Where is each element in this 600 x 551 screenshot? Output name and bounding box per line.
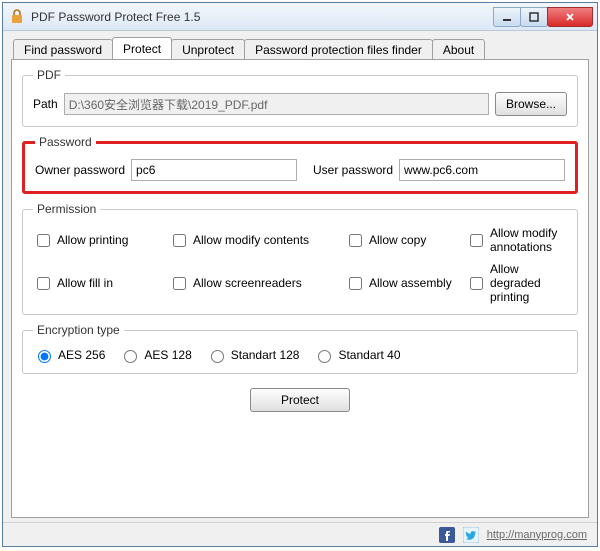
encryption-group: Encryption type AES 256 AES 128 Standart 1… [22,323,578,374]
permission-checkbox-2[interactable]: Allow copy [345,226,460,254]
permission-checkbox-input-4[interactable] [37,277,50,290]
app-icon [9,9,25,25]
owner-password-label: Owner password [35,163,125,177]
client-area: Find password Protect Unprotect Password… [3,31,597,522]
password-legend: Password [35,135,96,149]
permission-checkbox-1[interactable]: Allow modify contents [169,226,339,254]
encryption-radio-input-0[interactable] [38,350,51,363]
tab-unprotect[interactable]: Unprotect [171,39,245,60]
status-link[interactable]: http://manyprog.com [487,529,587,541]
permission-checkbox-6[interactable]: Allow assembly [345,262,460,304]
permission-label-0: Allow printing [57,233,128,247]
facebook-icon[interactable] [439,527,455,543]
encryption-label-1: AES 128 [144,348,191,362]
permission-checkbox-input-5[interactable] [173,277,186,290]
tab-panel-protect: PDF Path Browse... Password Owner passwo… [11,59,589,518]
permission-checkbox-input-0[interactable] [37,234,50,247]
encryption-radio-1[interactable]: AES 128 [119,347,191,363]
encryption-label-0: AES 256 [58,348,105,362]
browse-button[interactable]: Browse... [495,92,567,116]
permission-checkbox-input-1[interactable] [173,234,186,247]
encryption-radio-2[interactable]: Standart 128 [206,347,300,363]
pdf-legend: PDF [33,68,65,82]
permission-checkbox-4[interactable]: Allow fill in [33,262,163,304]
path-label: Path [33,97,58,111]
tab-password-finder[interactable]: Password protection files finder [244,39,433,60]
encryption-radio-input-1[interactable] [124,350,137,363]
encryption-legend: Encryption type [33,323,124,337]
maximize-button[interactable] [520,7,548,27]
minimize-button[interactable] [493,7,521,27]
permission-label-6: Allow assembly [369,276,452,290]
permission-checkbox-5[interactable]: Allow screenreaders [169,262,339,304]
tab-strip: Find password Protect Unprotect Password… [13,37,589,59]
user-password-label: User password [313,163,393,177]
permission-legend: Permission [33,202,100,216]
pdf-group: PDF Path Browse... [22,68,578,127]
permission-label-3: Allow modify annotations [490,226,567,254]
encryption-radio-input-2[interactable] [211,350,224,363]
protect-button[interactable]: Protect [250,388,350,412]
encryption-radio-input-3[interactable] [318,350,331,363]
permission-label-2: Allow copy [369,233,426,247]
permission-checkbox-7[interactable]: Allow degraded printing [466,262,567,304]
permission-checkbox-0[interactable]: Allow printing [33,226,163,254]
user-password-input[interactable] [399,159,565,181]
tab-about[interactable]: About [432,39,485,60]
encryption-label-3: Standart 40 [338,348,400,362]
permission-checkbox-3[interactable]: Allow modify annotations [466,226,567,254]
encryption-radio-0[interactable]: AES 256 [33,347,105,363]
permission-label-1: Allow modify contents [193,233,309,247]
close-button[interactable] [547,7,593,27]
titlebar: PDF Password Protect Free 1.5 [3,3,597,31]
permission-checkbox-input-2[interactable] [349,234,362,247]
password-group: Password Owner password User password [22,135,578,194]
window: PDF Password Protect Free 1.5 Find passw… [2,2,598,547]
permission-label-7: Allow degraded printing [490,262,567,304]
statusbar: http://manyprog.com [3,522,597,546]
permission-label-4: Allow fill in [57,276,113,290]
permission-label-5: Allow screenreaders [193,276,302,290]
twitter-icon[interactable] [463,527,479,543]
encryption-label-2: Standart 128 [231,348,300,362]
owner-password-input[interactable] [131,159,297,181]
encryption-radio-3[interactable]: Standart 40 [313,347,400,363]
permission-group: Permission Allow printing Allow modify co… [22,202,578,315]
window-controls [494,7,593,27]
path-input[interactable] [64,93,489,115]
tab-find-password[interactable]: Find password [13,39,113,60]
permission-checkbox-input-7[interactable] [470,277,483,290]
permission-checkbox-input-6[interactable] [349,277,362,290]
window-title: PDF Password Protect Free 1.5 [31,10,494,24]
tab-protect[interactable]: Protect [112,37,172,59]
permission-checkbox-input-3[interactable] [470,234,483,247]
